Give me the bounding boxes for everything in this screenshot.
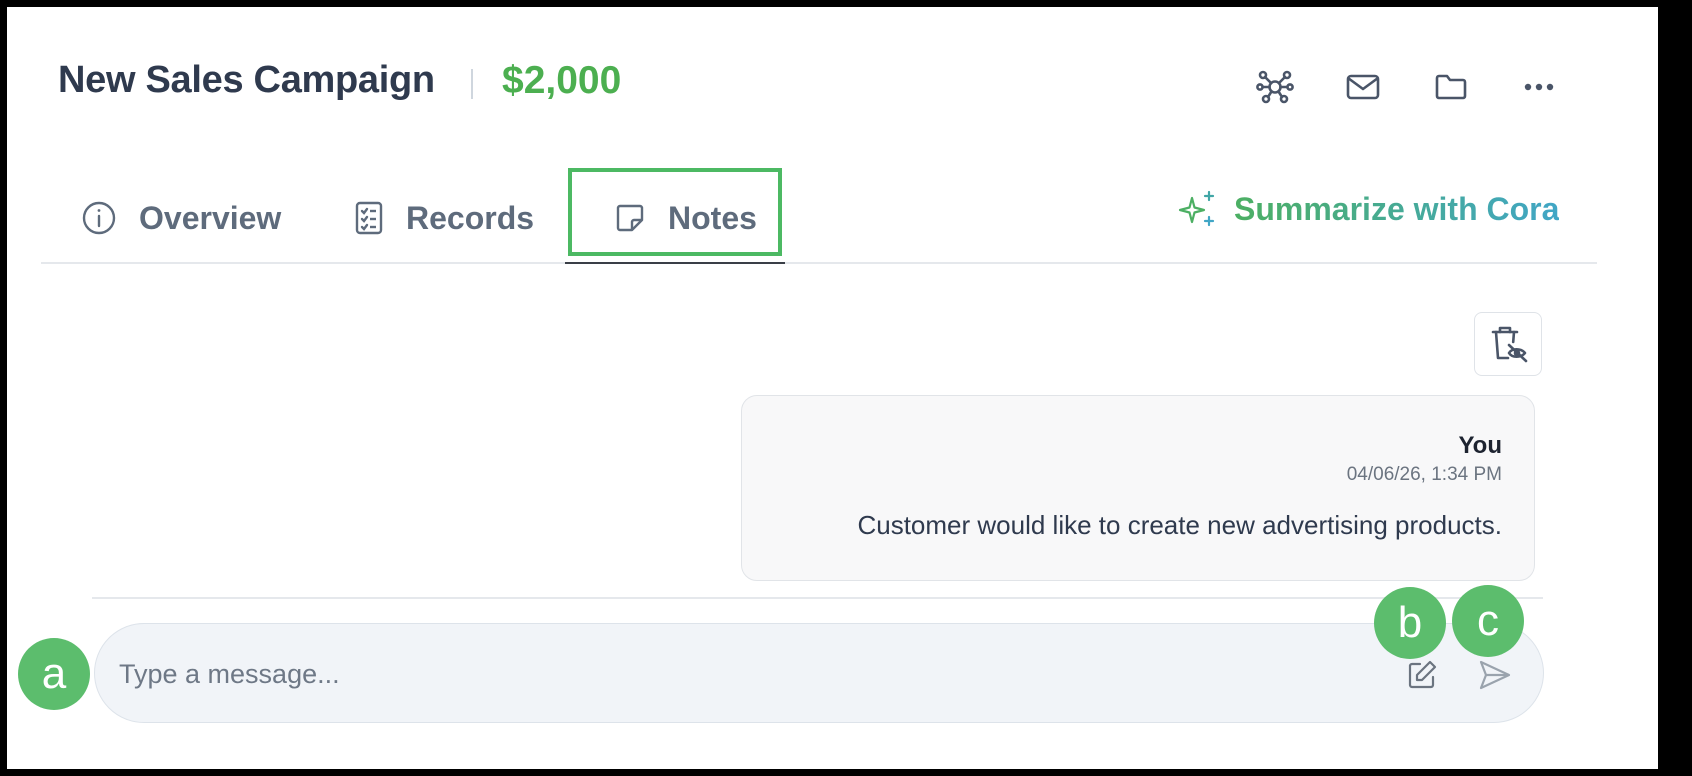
tab-label: Records	[406, 199, 535, 236]
message-input[interactable]	[117, 648, 1271, 700]
note-text: Customer would like to create new advert…	[857, 510, 1502, 540]
marker-a: a	[18, 638, 90, 710]
summarize-label: Summarize with Cora	[1234, 190, 1560, 227]
tabs-divider	[41, 262, 1597, 264]
send-icon	[1479, 660, 1511, 690]
note-timestamp: 04/06/26, 1:34 PM	[1346, 464, 1502, 485]
send-button[interactable]	[1473, 653, 1517, 697]
trash-hidden-icon	[1491, 326, 1528, 363]
active-tab-indicator	[565, 262, 785, 264]
clear-notes-button[interactable]	[1474, 312, 1542, 376]
summarize-with-cora-button[interactable]: Summarize with Cora	[1178, 190, 1559, 228]
composer-divider	[92, 597, 1543, 599]
marker-c: c	[1452, 585, 1524, 657]
note-bubble: You 04/06/26, 1:34 PM Customer would lik…	[741, 395, 1535, 581]
mail-icon[interactable]	[1343, 67, 1383, 107]
tab-notes-highlight	[568, 168, 782, 256]
tab-overview[interactable]: Overview	[81, 189, 281, 247]
app-window: New Sales Campaign $2,000 Overview Recor…	[7, 7, 1658, 769]
tab-records[interactable]: Records	[354, 189, 534, 247]
title-divider	[471, 69, 473, 99]
network-icon[interactable]	[1255, 67, 1295, 107]
edit-note-button[interactable]	[1400, 653, 1444, 697]
deal-amount: $2,000	[502, 59, 622, 102]
marker-b: b	[1374, 587, 1446, 659]
note-author: You	[1458, 432, 1502, 459]
tab-label: Overview	[139, 199, 282, 236]
checklist-icon	[355, 201, 383, 235]
info-icon	[82, 201, 116, 235]
more-icon[interactable]	[1519, 67, 1559, 107]
folder-icon[interactable]	[1431, 67, 1471, 107]
pencil-square-icon	[1408, 660, 1437, 689]
page-title: New Sales Campaign	[58, 59, 435, 101]
message-composer	[94, 623, 1544, 723]
sparkle-icon	[1178, 190, 1215, 227]
